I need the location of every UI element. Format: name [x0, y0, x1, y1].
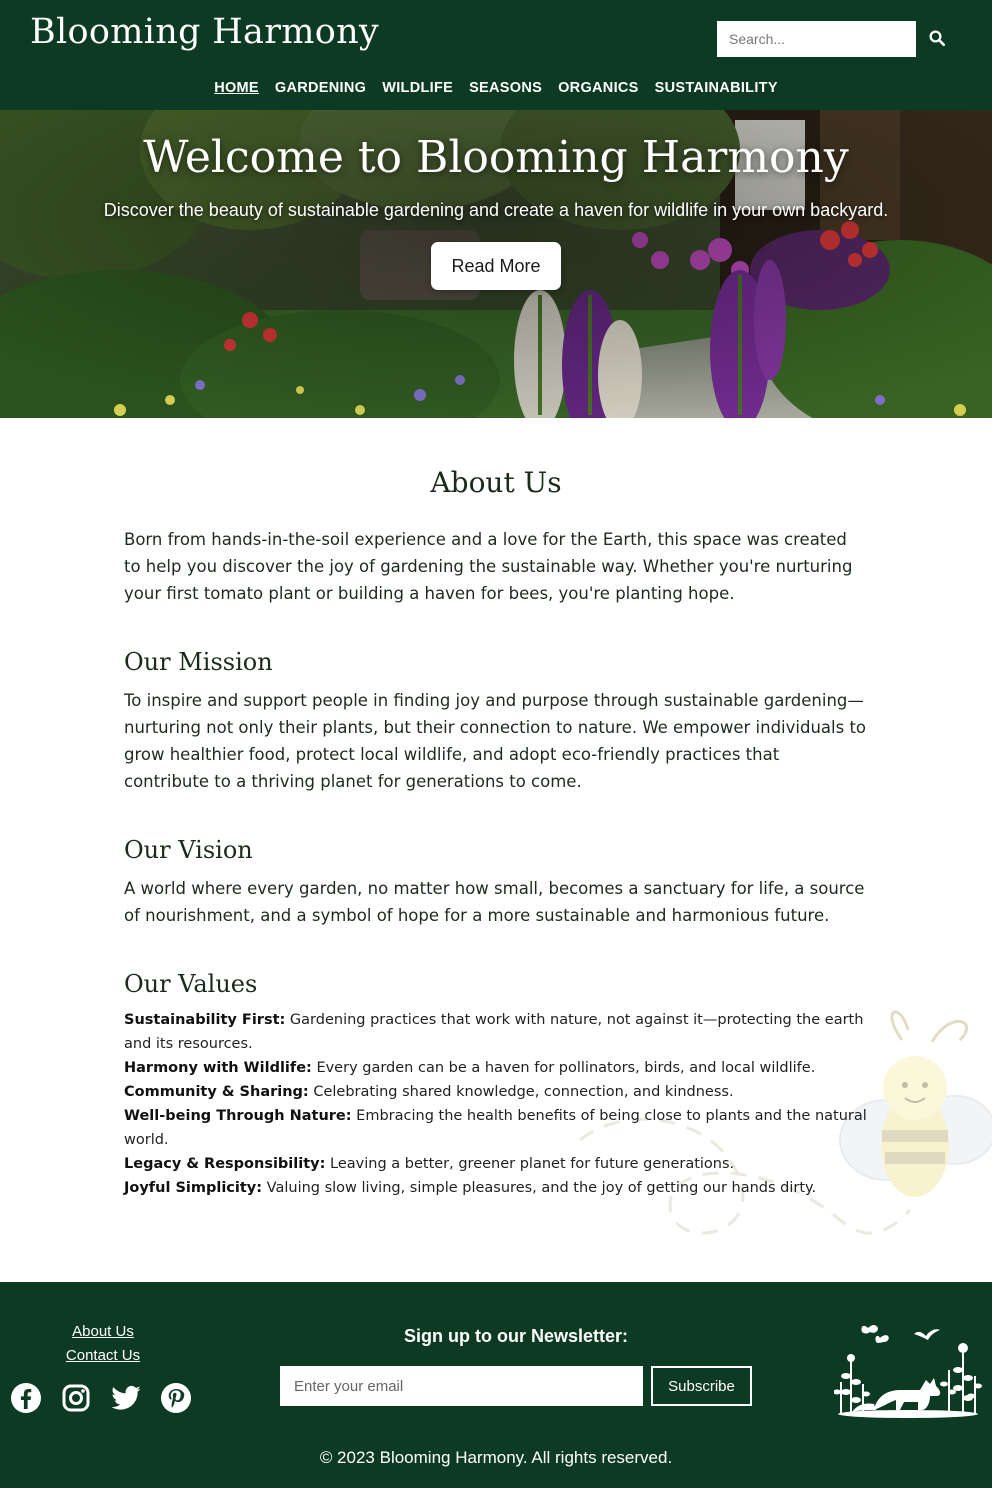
hero-subtitle: Discover the beauty of sustainable garde…	[103, 200, 889, 220]
pinterest-icon[interactable]	[160, 1382, 192, 1414]
value-text: Celebrating shared knowledge, connection…	[313, 1084, 734, 1100]
value-item: Community & Sharing: Celebrating shared …	[124, 1080, 868, 1104]
footer-contact-link[interactable]: Contact Us	[0, 1344, 206, 1368]
footer-about-link[interactable]: About Us	[0, 1320, 206, 1344]
about-intro: Born from hands-in-the-soil experience a…	[124, 530, 853, 603]
fox-garden-illustration	[834, 1325, 982, 1418]
search-icon[interactable]	[924, 25, 950, 51]
hero-banner: Welcome to Blooming Harmony Discover the…	[0, 110, 992, 418]
value-name: Community & Sharing:	[124, 1084, 309, 1100]
value-name: Legacy & Responsibility:	[124, 1156, 326, 1172]
twitter-icon[interactable]	[110, 1382, 142, 1414]
values-list: Sustainability First: Gardening practice…	[124, 1008, 868, 1200]
nav-home[interactable]: HOME	[214, 78, 259, 98]
value-item: Harmony with Wildlife: Every garden can …	[124, 1056, 868, 1080]
mission-text: To inspire and support people in finding…	[124, 691, 867, 791]
value-name: Sustainability First:	[124, 1012, 286, 1028]
value-name: Joyful Simplicity:	[124, 1180, 263, 1196]
vision-title: Our Vision	[124, 836, 253, 864]
footer-links: About Us Contact Us	[0, 1320, 206, 1368]
facebook-icon[interactable]	[10, 1382, 42, 1414]
subscribe-button[interactable]: Subscribe	[651, 1366, 752, 1406]
value-text: Valuing slow living, simple pleasures, a…	[266, 1180, 817, 1196]
mission-title: Our Mission	[124, 648, 273, 676]
value-name: Well-being Through Nature:	[124, 1108, 352, 1124]
value-text: Every garden can be a haven for pollinat…	[316, 1060, 816, 1076]
about-title: About Us	[430, 466, 562, 499]
social-links	[10, 1382, 192, 1414]
read-more-button[interactable]: Read More	[431, 242, 561, 290]
vision-text: A world where every garden, no matter ho…	[124, 879, 865, 925]
nav-organics[interactable]: ORGANICS	[558, 78, 639, 98]
site-logo[interactable]: Blooming Harmony	[30, 12, 379, 52]
value-name: Harmony with Wildlife:	[124, 1060, 312, 1076]
search-input[interactable]	[717, 21, 916, 57]
main-nav: HOME GARDENING WILDLIFE SEASONS ORGANICS…	[0, 78, 992, 98]
newsletter-email-input[interactable]	[280, 1366, 643, 1406]
value-text: Leaving a better, greener planet for fut…	[330, 1156, 735, 1172]
value-item: Legacy & Responsibility: Leaving a bette…	[124, 1152, 868, 1176]
value-item: Joyful Simplicity: Valuing slow living, …	[124, 1176, 868, 1200]
value-item: Well-being Through Nature: Embracing the…	[124, 1104, 868, 1152]
nav-sustainability[interactable]: SUSTAINABILITY	[655, 78, 778, 98]
hero-title: Welcome to Blooming Harmony	[143, 132, 849, 183]
nav-wildlife[interactable]: WILDLIFE	[382, 78, 453, 98]
nav-seasons[interactable]: SEASONS	[469, 78, 542, 98]
nav-gardening[interactable]: GARDENING	[275, 78, 366, 98]
copyright-text: © 2023 Blooming Harmony. All rights rese…	[319, 1448, 673, 1467]
values-title: Our Values	[124, 970, 258, 998]
newsletter-title: Sign up to our Newsletter:	[403, 1326, 628, 1346]
site-header: Blooming Harmony HOME GARDENING WILDLIFE…	[0, 0, 992, 110]
value-item: Sustainability First: Gardening practice…	[124, 1008, 868, 1056]
instagram-icon[interactable]	[60, 1382, 92, 1414]
site-footer: About Us Contact Us Sign up to our Newsl…	[0, 1282, 992, 1488]
